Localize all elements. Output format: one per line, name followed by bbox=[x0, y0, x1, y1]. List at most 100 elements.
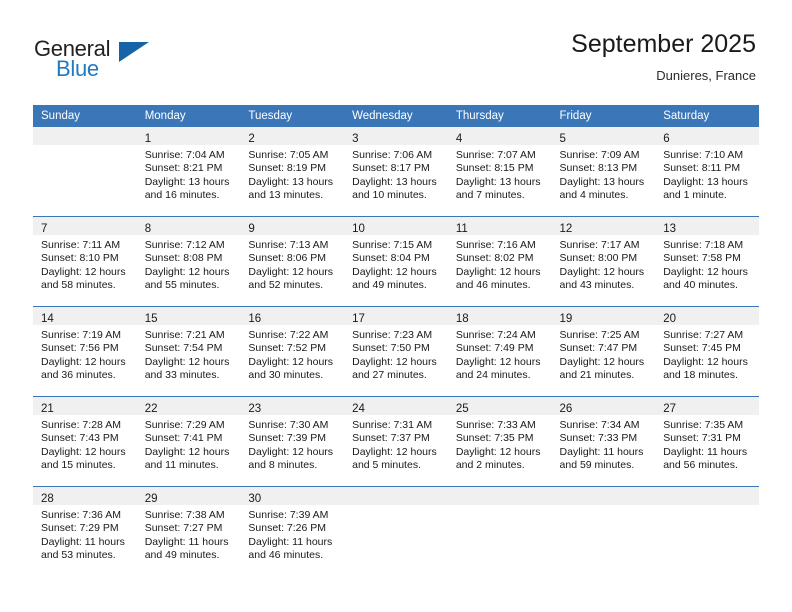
day-cell-inner: 14 Sunrise: 7:19 AM Sunset: 7:56 PM Dayligh… bbox=[33, 307, 137, 396]
sunset-text: Sunset: 8:08 PM bbox=[144, 252, 223, 265]
day-number-band: 28 bbox=[33, 487, 137, 505]
calendar-day-cell[interactable]: 21 Sunrise: 7:28 AM Sunset: 7:43 PM Dayligh… bbox=[33, 396, 137, 487]
day-cell-inner: 27 Sunrise: 7:35 AM Sunset: 7:31 PM Dayligh… bbox=[655, 397, 759, 486]
day-number-band: 17 bbox=[344, 307, 448, 325]
day-cell-inner: 23 Sunrise: 7:30 AM Sunset: 7:39 PM Dayligh… bbox=[240, 397, 345, 486]
day-cell-body: Sunrise: 7:15 AM Sunset: 8:04 PM Daylight:… bbox=[344, 235, 448, 293]
daylight-text-line2: and 52 minutes. bbox=[248, 279, 324, 292]
calendar-day-cell[interactable]: 26 Sunrise: 7:34 AM Sunset: 7:33 PM Dayligh… bbox=[551, 396, 656, 487]
sunset-text: Sunset: 7:39 PM bbox=[248, 432, 327, 445]
day-number-band: 30 bbox=[240, 487, 345, 505]
day-number-band: 1 bbox=[136, 127, 241, 145]
sunrise-text: Sunrise: 7:09 AM bbox=[559, 149, 640, 161]
sunset-text: Sunset: 8:00 PM bbox=[559, 252, 638, 265]
day-cell-inner: 24 Sunrise: 7:31 AM Sunset: 7:37 PM Dayligh… bbox=[344, 397, 448, 486]
calendar-day-cell[interactable]: 17 Sunrise: 7:23 AM Sunset: 7:50 PM Dayligh… bbox=[344, 306, 448, 397]
calendar-day-cell[interactable]: 12 Sunrise: 7:17 AM Sunset: 8:00 PM Dayligh… bbox=[551, 216, 656, 307]
calendar-day-cell[interactable]: 24 Sunrise: 7:31 AM Sunset: 7:37 PM Dayligh… bbox=[344, 396, 448, 487]
calendar-week-row: 14 Sunrise: 7:19 AM Sunset: 7:56 PM Dayligh… bbox=[33, 306, 759, 397]
daylight-text-line2: and 10 minutes. bbox=[352, 189, 427, 202]
day-cell-body: Sunrise: 7:19 AM Sunset: 7:56 PM Daylight:… bbox=[33, 325, 137, 383]
day-cell-body: Sunrise: 7:21 AM Sunset: 7:54 PM Daylight:… bbox=[137, 325, 241, 383]
day-cell-body: Sunrise: 7:04 AM Sunset: 8:21 PM Daylight:… bbox=[137, 145, 241, 203]
day-cell-body: Sunrise: 7:06 AM Sunset: 8:17 PM Daylight:… bbox=[344, 145, 448, 203]
day-cell-body bbox=[448, 505, 552, 509]
calendar-day-cell[interactable]: 25 Sunrise: 7:33 AM Sunset: 7:35 PM Dayligh… bbox=[447, 396, 552, 487]
sunrise-text: Sunrise: 7:33 AM bbox=[455, 419, 536, 431]
calendar-day-cell[interactable]: 29 Sunrise: 7:38 AM Sunset: 7:27 PM Dayligh… bbox=[136, 486, 241, 576]
day-cell-body bbox=[655, 505, 759, 509]
calendar-day-cell[interactable]: 10 Sunrise: 7:15 AM Sunset: 8:04 PM Dayligh… bbox=[344, 216, 448, 307]
daylight-text-line2: and 13 minutes. bbox=[248, 189, 324, 202]
sunset-text: Sunset: 7:49 PM bbox=[455, 342, 534, 355]
sunset-text: Sunset: 7:33 PM bbox=[559, 432, 638, 445]
sunrise-text: Sunrise: 7:28 AM bbox=[41, 419, 121, 431]
daylight-text-line1: Daylight: 12 hours bbox=[663, 355, 748, 368]
calendar-day-cell[interactable]: 2 Sunrise: 7:05 AM Sunset: 8:19 PM Daylight… bbox=[240, 127, 345, 217]
calendar-day-cell[interactable]: 22 Sunrise: 7:29 AM Sunset: 7:41 PM Dayligh… bbox=[136, 396, 241, 487]
daylight-text-line1: Daylight: 12 hours bbox=[663, 265, 748, 278]
daylight-text-line2: and 59 minutes. bbox=[559, 459, 635, 472]
day-cell-body bbox=[552, 505, 656, 509]
brand-name-secondary: Blue bbox=[56, 56, 99, 81]
day-cell-body: Sunrise: 7:38 AM Sunset: 7:27 PM Daylight:… bbox=[137, 505, 241, 563]
daylight-text-line1: Daylight: 12 hours bbox=[41, 355, 126, 368]
calendar-day-cell[interactable]: 8 Sunrise: 7:12 AM Sunset: 8:08 PM Daylight… bbox=[136, 216, 241, 307]
calendar-day-cell[interactable]: 3 Sunrise: 7:06 AM Sunset: 8:17 PM Daylight… bbox=[344, 127, 448, 217]
sunrise-text: Sunrise: 7:13 AM bbox=[248, 239, 329, 251]
day-number: 18 bbox=[455, 313, 469, 325]
day-number: 15 bbox=[144, 313, 158, 325]
day-number: 14 bbox=[41, 313, 54, 325]
daylight-text-line1: Daylight: 11 hours bbox=[248, 535, 333, 548]
day-cell-inner: 9 Sunrise: 7:13 AM Sunset: 8:06 PM Daylight… bbox=[240, 217, 345, 306]
day-cell-inner bbox=[551, 487, 656, 576]
calendar-day-cell[interactable]: 7 Sunrise: 7:11 AM Sunset: 8:10 PM Daylight… bbox=[33, 216, 137, 307]
calendar-day-cell[interactable]: 19 Sunrise: 7:25 AM Sunset: 7:47 PM Dayligh… bbox=[551, 306, 656, 397]
calendar-day-cell[interactable]: 6 Sunrise: 7:10 AM Sunset: 8:11 PM Daylight… bbox=[655, 127, 759, 217]
day-number: 28 bbox=[41, 493, 54, 505]
sunrise-text: Sunrise: 7:35 AM bbox=[663, 419, 744, 431]
day-cell-body: Sunrise: 7:09 AM Sunset: 8:13 PM Daylight:… bbox=[552, 145, 656, 203]
day-cell-inner: 3 Sunrise: 7:06 AM Sunset: 8:17 PM Daylight… bbox=[344, 127, 448, 216]
day-cell-body: Sunrise: 7:16 AM Sunset: 8:02 PM Daylight:… bbox=[448, 235, 552, 293]
calendar-table: Sunday Monday Tuesday Wednesday Thursday… bbox=[33, 105, 759, 576]
calendar-day-cell[interactable]: 1 Sunrise: 7:04 AM Sunset: 8:21 PM Daylight… bbox=[136, 127, 241, 217]
day-cell-inner: 28 Sunrise: 7:36 AM Sunset: 7:29 PM Dayligh… bbox=[33, 487, 137, 576]
calendar-day-cell[interactable]: 20 Sunrise: 7:27 AM Sunset: 7:45 PM Dayligh… bbox=[655, 306, 759, 397]
day-number-band: 6 bbox=[655, 127, 759, 145]
calendar-day-cell-empty bbox=[551, 486, 656, 576]
calendar-day-cell[interactable]: 5 Sunrise: 7:09 AM Sunset: 8:13 PM Daylight… bbox=[551, 127, 656, 217]
calendar-day-cell[interactable]: 11 Sunrise: 7:16 AM Sunset: 8:02 PM Dayligh… bbox=[447, 216, 552, 307]
calendar-day-cell[interactable]: 30 Sunrise: 7:39 AM Sunset: 7:26 PM Dayligh… bbox=[240, 486, 345, 576]
calendar-day-cell[interactable]: 4 Sunrise: 7:07 AM Sunset: 8:15 PM Daylight… bbox=[447, 127, 552, 217]
daylight-text-line1: Daylight: 12 hours bbox=[248, 355, 334, 368]
calendar-day-cell[interactable]: 28 Sunrise: 7:36 AM Sunset: 7:29 PM Dayligh… bbox=[33, 486, 137, 576]
daylight-text-line1: Daylight: 12 hours bbox=[352, 445, 437, 458]
calendar-day-cell[interactable]: 23 Sunrise: 7:30 AM Sunset: 7:39 PM Dayligh… bbox=[240, 396, 345, 487]
calendar-day-cell[interactable]: 14 Sunrise: 7:19 AM Sunset: 7:56 PM Dayligh… bbox=[33, 306, 137, 397]
day-number-band: 22 bbox=[136, 397, 241, 415]
sunset-text: Sunset: 7:50 PM bbox=[352, 342, 430, 355]
daylight-text-line1: Daylight: 11 hours bbox=[41, 535, 125, 548]
daylight-text-line2: and 24 minutes. bbox=[455, 369, 531, 382]
calendar-day-cell[interactable]: 9 Sunrise: 7:13 AM Sunset: 8:06 PM Daylight… bbox=[240, 216, 345, 307]
day-cell-inner bbox=[33, 127, 137, 216]
daylight-text-line2: and 43 minutes. bbox=[559, 279, 635, 292]
calendar-week-row: 7 Sunrise: 7:11 AM Sunset: 8:10 PM Daylight… bbox=[33, 216, 759, 307]
day-cell-inner bbox=[447, 487, 552, 576]
day-number-band: 4 bbox=[447, 127, 552, 145]
day-cell-inner: 2 Sunrise: 7:05 AM Sunset: 8:19 PM Daylight… bbox=[240, 127, 345, 216]
calendar-day-cell[interactable]: 27 Sunrise: 7:35 AM Sunset: 7:31 PM Dayligh… bbox=[655, 396, 759, 487]
calendar-day-cell[interactable]: 15 Sunrise: 7:21 AM Sunset: 7:54 PM Dayligh… bbox=[136, 306, 241, 397]
sunset-text: Sunset: 7:56 PM bbox=[41, 342, 119, 355]
day-number-band bbox=[344, 487, 448, 505]
sunrise-text: Sunrise: 7:18 AM bbox=[663, 239, 744, 251]
day-number-band bbox=[551, 487, 656, 505]
brand-logo[interactable]: General Blue bbox=[34, 36, 164, 82]
sunrise-text: Sunrise: 7:15 AM bbox=[352, 239, 433, 251]
calendar-day-cell[interactable]: 13 Sunrise: 7:18 AM Sunset: 7:58 PM Dayligh… bbox=[655, 216, 759, 307]
calendar-day-cell[interactable]: 18 Sunrise: 7:24 AM Sunset: 7:49 PM Dayligh… bbox=[447, 306, 552, 397]
calendar-day-cell[interactable]: 16 Sunrise: 7:22 AM Sunset: 7:52 PM Dayligh… bbox=[240, 306, 345, 397]
daylight-text-line2: and 30 minutes. bbox=[248, 369, 324, 382]
sunset-text: Sunset: 8:17 PM bbox=[352, 162, 430, 175]
